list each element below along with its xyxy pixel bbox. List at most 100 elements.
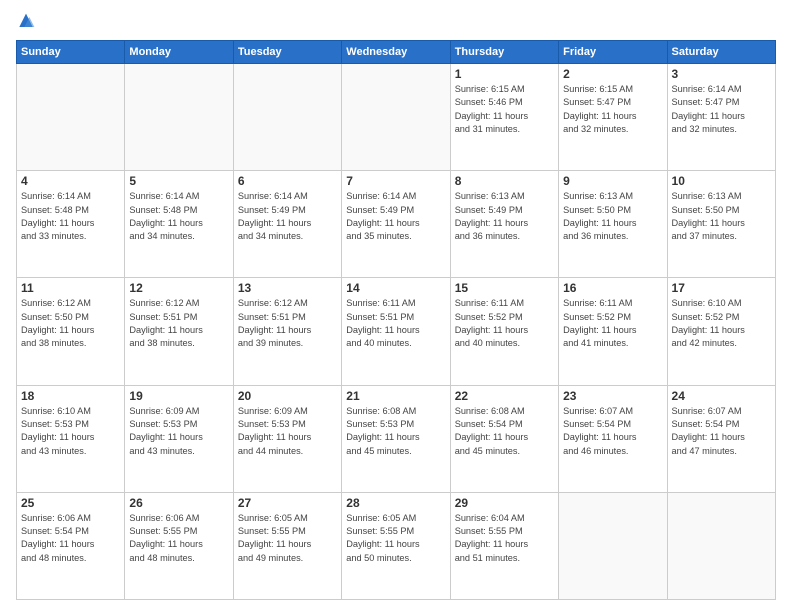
day-info: Sunrise: 6:14 AMSunset: 5:48 PMDaylight:… (129, 190, 228, 243)
calendar-cell: 14 Sunrise: 6:11 AMSunset: 5:51 PMDayligh… (342, 278, 450, 385)
day-number: 5 (129, 174, 228, 188)
day-info: Sunrise: 6:07 AMSunset: 5:54 PMDaylight:… (563, 405, 662, 458)
day-number: 24 (672, 389, 771, 403)
day-number: 28 (346, 496, 445, 510)
calendar-cell: 25 Sunrise: 6:06 AMSunset: 5:54 PMDayligh… (17, 492, 125, 599)
day-info: Sunrise: 6:12 AMSunset: 5:51 PMDaylight:… (238, 297, 337, 350)
day-info: Sunrise: 6:06 AMSunset: 5:55 PMDaylight:… (129, 512, 228, 565)
calendar-cell: 22 Sunrise: 6:08 AMSunset: 5:54 PMDayligh… (450, 385, 558, 492)
calendar-cell: 16 Sunrise: 6:11 AMSunset: 5:52 PMDayligh… (559, 278, 667, 385)
day-number: 18 (21, 389, 120, 403)
calendar-cell: 2 Sunrise: 6:15 AMSunset: 5:47 PMDaylight… (559, 64, 667, 171)
day-info: Sunrise: 6:15 AMSunset: 5:46 PMDaylight:… (455, 83, 554, 136)
calendar-cell: 27 Sunrise: 6:05 AMSunset: 5:55 PMDayligh… (233, 492, 341, 599)
day-number: 14 (346, 281, 445, 295)
calendar-cell: 13 Sunrise: 6:12 AMSunset: 5:51 PMDayligh… (233, 278, 341, 385)
day-info: Sunrise: 6:15 AMSunset: 5:47 PMDaylight:… (563, 83, 662, 136)
calendar-header-tuesday: Tuesday (233, 41, 341, 64)
day-info: Sunrise: 6:10 AMSunset: 5:52 PMDaylight:… (672, 297, 771, 350)
day-number: 13 (238, 281, 337, 295)
day-info: Sunrise: 6:09 AMSunset: 5:53 PMDaylight:… (238, 405, 337, 458)
calendar-header-saturday: Saturday (667, 41, 775, 64)
day-number: 1 (455, 67, 554, 81)
calendar-header-monday: Monday (125, 41, 233, 64)
day-info: Sunrise: 6:05 AMSunset: 5:55 PMDaylight:… (346, 512, 445, 565)
day-info: Sunrise: 6:07 AMSunset: 5:54 PMDaylight:… (672, 405, 771, 458)
calendar-cell: 26 Sunrise: 6:06 AMSunset: 5:55 PMDayligh… (125, 492, 233, 599)
day-info: Sunrise: 6:05 AMSunset: 5:55 PMDaylight:… (238, 512, 337, 565)
calendar-cell: 17 Sunrise: 6:10 AMSunset: 5:52 PMDayligh… (667, 278, 775, 385)
logo (16, 12, 40, 32)
calendar-cell (559, 492, 667, 599)
day-number: 20 (238, 389, 337, 403)
day-number: 7 (346, 174, 445, 188)
day-info: Sunrise: 6:11 AMSunset: 5:52 PMDaylight:… (455, 297, 554, 350)
day-number: 22 (455, 389, 554, 403)
calendar-header-row: SundayMondayTuesdayWednesdayThursdayFrid… (17, 41, 776, 64)
calendar-cell: 5 Sunrise: 6:14 AMSunset: 5:48 PMDaylight… (125, 171, 233, 278)
day-number: 4 (21, 174, 120, 188)
day-number: 23 (563, 389, 662, 403)
calendar-cell: 8 Sunrise: 6:13 AMSunset: 5:49 PMDaylight… (450, 171, 558, 278)
day-info: Sunrise: 6:14 AMSunset: 5:47 PMDaylight:… (672, 83, 771, 136)
calendar-header-friday: Friday (559, 41, 667, 64)
day-info: Sunrise: 6:08 AMSunset: 5:54 PMDaylight:… (455, 405, 554, 458)
header (16, 12, 776, 32)
day-info: Sunrise: 6:13 AMSunset: 5:50 PMDaylight:… (563, 190, 662, 243)
day-info: Sunrise: 6:14 AMSunset: 5:49 PMDaylight:… (238, 190, 337, 243)
calendar-cell (125, 64, 233, 171)
page: SundayMondayTuesdayWednesdayThursdayFrid… (0, 0, 792, 612)
calendar-cell: 10Sunrise: 6:13 AMSunset: 5:50 PMDayligh… (667, 171, 775, 278)
calendar-cell: 12 Sunrise: 6:12 AMSunset: 5:51 PMDayligh… (125, 278, 233, 385)
calendar-header-wednesday: Wednesday (342, 41, 450, 64)
day-number: 16 (563, 281, 662, 295)
calendar-cell (667, 492, 775, 599)
calendar-cell: 24 Sunrise: 6:07 AMSunset: 5:54 PMDayligh… (667, 385, 775, 492)
day-number: 3 (672, 67, 771, 81)
day-number: 6 (238, 174, 337, 188)
calendar-table: SundayMondayTuesdayWednesdayThursdayFrid… (16, 40, 776, 600)
calendar-cell: 20 Sunrise: 6:09 AMSunset: 5:53 PMDayligh… (233, 385, 341, 492)
calendar-header-sunday: Sunday (17, 41, 125, 64)
day-number: 12 (129, 281, 228, 295)
week-row-4: 25 Sunrise: 6:06 AMSunset: 5:54 PMDayligh… (17, 492, 776, 599)
day-info: Sunrise: 6:13 AMSunset: 5:50 PMDaylight:… (672, 190, 771, 243)
day-info: Sunrise: 6:13 AMSunset: 5:49 PMDaylight:… (455, 190, 554, 243)
day-info: Sunrise: 6:08 AMSunset: 5:53 PMDaylight:… (346, 405, 445, 458)
week-row-3: 18Sunrise: 6:10 AMSunset: 5:53 PMDayligh… (17, 385, 776, 492)
calendar-cell: 11 Sunrise: 6:12 AMSunset: 5:50 PMDayligh… (17, 278, 125, 385)
day-number: 11 (21, 281, 120, 295)
day-number: 2 (563, 67, 662, 81)
day-info: Sunrise: 6:12 AMSunset: 5:51 PMDaylight:… (129, 297, 228, 350)
calendar-cell: 15 Sunrise: 6:11 AMSunset: 5:52 PMDayligh… (450, 278, 558, 385)
day-number: 15 (455, 281, 554, 295)
day-info: Sunrise: 6:12 AMSunset: 5:50 PMDaylight:… (21, 297, 120, 350)
week-row-2: 11 Sunrise: 6:12 AMSunset: 5:50 PMDayligh… (17, 278, 776, 385)
day-number: 8 (455, 174, 554, 188)
calendar-cell (342, 64, 450, 171)
calendar-cell: 1 Sunrise: 6:15 AMSunset: 5:46 PMDaylight… (450, 64, 558, 171)
day-number: 26 (129, 496, 228, 510)
calendar-cell: 3 Sunrise: 6:14 AMSunset: 5:47 PMDaylight… (667, 64, 775, 171)
calendar-header-thursday: Thursday (450, 41, 558, 64)
calendar-cell: 19 Sunrise: 6:09 AMSunset: 5:53 PMDayligh… (125, 385, 233, 492)
calendar-cell: 6 Sunrise: 6:14 AMSunset: 5:49 PMDaylight… (233, 171, 341, 278)
calendar-cell: 21Sunrise: 6:08 AMSunset: 5:53 PMDayligh… (342, 385, 450, 492)
day-info: Sunrise: 6:14 AMSunset: 5:49 PMDaylight:… (346, 190, 445, 243)
calendar-cell: 4 Sunrise: 6:14 AMSunset: 5:48 PMDaylight… (17, 171, 125, 278)
calendar-cell: 7 Sunrise: 6:14 AMSunset: 5:49 PMDaylight… (342, 171, 450, 278)
week-row-1: 4 Sunrise: 6:14 AMSunset: 5:48 PMDaylight… (17, 171, 776, 278)
day-info: Sunrise: 6:14 AMSunset: 5:48 PMDaylight:… (21, 190, 120, 243)
day-info: Sunrise: 6:04 AMSunset: 5:55 PMDaylight:… (455, 512, 554, 565)
day-info: Sunrise: 6:06 AMSunset: 5:54 PMDaylight:… (21, 512, 120, 565)
calendar-cell: 18Sunrise: 6:10 AMSunset: 5:53 PMDayligh… (17, 385, 125, 492)
day-info: Sunrise: 6:11 AMSunset: 5:51 PMDaylight:… (346, 297, 445, 350)
day-number: 19 (129, 389, 228, 403)
day-number: 17 (672, 281, 771, 295)
calendar-cell (17, 64, 125, 171)
day-info: Sunrise: 6:11 AMSunset: 5:52 PMDaylight:… (563, 297, 662, 350)
day-number: 27 (238, 496, 337, 510)
day-info: Sunrise: 6:09 AMSunset: 5:53 PMDaylight:… (129, 405, 228, 458)
day-number: 25 (21, 496, 120, 510)
day-number: 9 (563, 174, 662, 188)
